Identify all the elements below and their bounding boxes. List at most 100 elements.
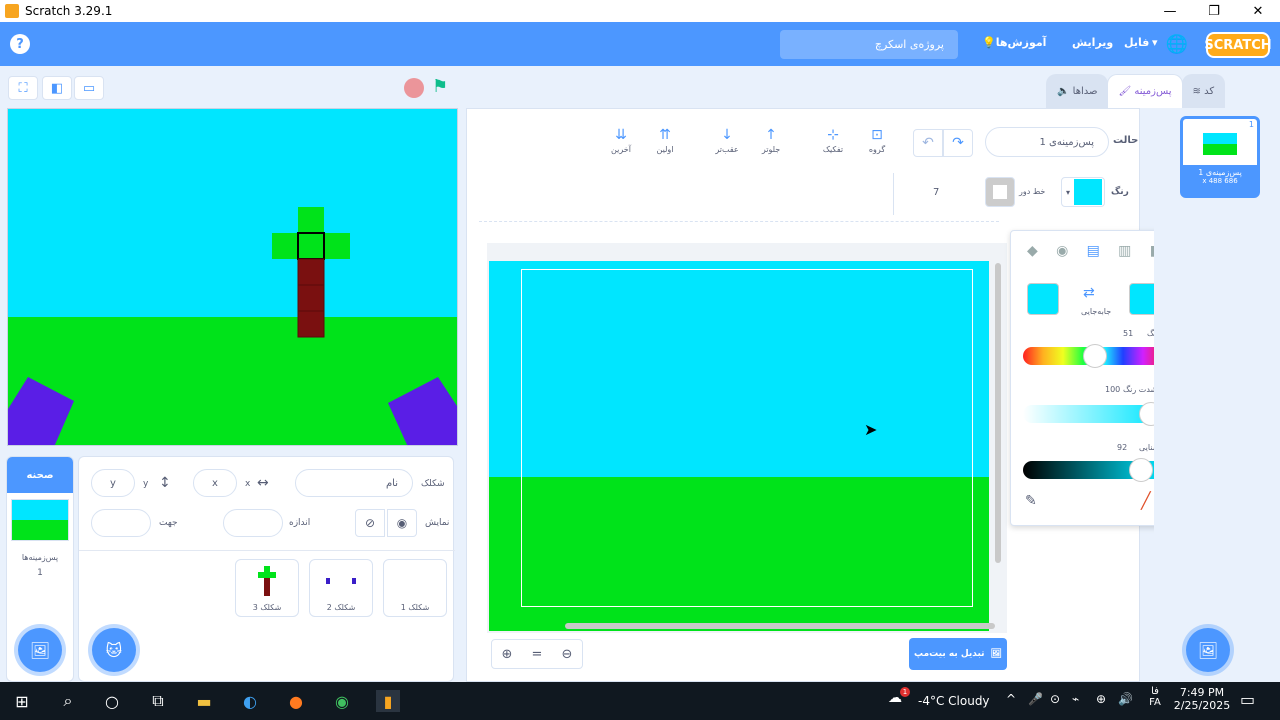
stop-icon[interactable] — [404, 78, 424, 98]
group-label: گروه — [868, 145, 886, 154]
clock[interactable]: 7:49 PM 2/25/2025 — [1170, 686, 1234, 712]
x-input[interactable]: x — [193, 469, 237, 497]
backdrops-count: 1 — [37, 568, 43, 578]
task-view-icon[interactable]: ⧉ — [146, 690, 170, 712]
minimize-button[interactable]: — — [1148, 0, 1192, 22]
fullscreen-icon[interactable]: ⛶ — [8, 76, 38, 100]
paint-canvas[interactable] — [489, 261, 989, 631]
zoom-in-icon[interactable]: ⊕ — [492, 640, 522, 668]
input-language[interactable]: فا FA — [1144, 686, 1166, 708]
stage-canvas[interactable] — [7, 108, 458, 446]
backward-button[interactable]: ↓ عقب‌تر — [707, 127, 747, 154]
project-title-input[interactable]: پروژه‌ی اسکرچ — [780, 30, 958, 59]
costume-name-input[interactable]: پس‌زمینه‌ی 1 — [985, 127, 1109, 157]
front-button[interactable]: ⇈ اولین — [645, 127, 685, 154]
trunk-3 — [297, 310, 325, 338]
redo-icon[interactable]: ↷ — [943, 129, 973, 157]
zoom-reset-icon[interactable]: = — [522, 640, 552, 668]
code-icon: ≋ — [1192, 86, 1201, 97]
updown-arrow-icon: ↕ — [159, 475, 171, 491]
sprite-thumb-3[interactable]: شکلک 3 — [235, 559, 299, 617]
file-menu[interactable]: فایل — [1124, 36, 1149, 49]
title-bar: Scratch 3.29.1 — ❐ ✕ — [0, 0, 1280, 22]
scratch-logo[interactable]: SCRATCH — [1204, 32, 1272, 58]
edit-menu[interactable]: ویرایش — [1072, 36, 1113, 49]
tray-app-icon[interactable]: ⊙ — [1050, 692, 1060, 706]
horizontal-scrollbar[interactable] — [565, 623, 995, 629]
brightness-slider[interactable] — [1023, 458, 1163, 482]
stage-sprites — [8, 207, 457, 445]
outline-value[interactable]: 7 — [933, 187, 939, 198]
forward-button[interactable]: ↑ جلوتر — [751, 127, 791, 154]
hide-eye-icon[interactable]: ⊘ — [355, 509, 385, 537]
close-button[interactable]: ✕ — [1236, 0, 1280, 22]
convert-to-bitmap-button[interactable]: تبدیل به بیت‌مپ 🖼 — [909, 638, 1007, 670]
maximize-button[interactable]: ❐ — [1192, 0, 1236, 22]
costume-item-name: پس‌زمینه‌ی 1 — [1198, 168, 1242, 177]
vertical-gradient-icon[interactable]: ▥ — [1118, 243, 1131, 259]
choose-backdrop-icon[interactable]: 🖼 — [18, 628, 62, 672]
paint-canvas-area[interactable] — [487, 243, 1007, 633]
ungroup-button[interactable]: ⊹ تفکیک — [813, 127, 853, 154]
network-icon[interactable]: ⌁ — [1072, 692, 1079, 706]
horizontal-gradient-icon[interactable]: ▤ — [1087, 243, 1100, 259]
show-eye-icon[interactable]: ◉ — [387, 509, 417, 537]
saturation-slider[interactable] — [1023, 402, 1163, 426]
y-input[interactable]: y — [91, 469, 135, 497]
cortana-icon[interactable]: ○ — [100, 690, 124, 712]
direction-input[interactable] — [91, 509, 151, 537]
hue-slider[interactable] — [1023, 344, 1163, 368]
sprite-thumb-1[interactable]: شکلک 1 — [383, 559, 447, 617]
tab-sounds[interactable]: 🔈 صداها — [1046, 74, 1109, 108]
eyedropper-icon[interactable]: ✎ — [1025, 493, 1037, 509]
swap-icon[interactable]: ⇄ — [1083, 285, 1095, 301]
file-explorer-icon[interactable]: ▬ — [192, 690, 216, 712]
language-globe-icon[interactable]: 🌐 — [1166, 34, 1188, 55]
add-backdrop-icon[interactable]: 🖼 — [1186, 628, 1230, 672]
hue-knob[interactable] — [1083, 344, 1107, 368]
tab-backdrops[interactable]: 🖌 پس‌زمینه — [1107, 74, 1183, 108]
notifications-icon[interactable]: ▭ — [1240, 690, 1255, 709]
choose-sprite-icon[interactable]: 🐱 — [92, 628, 136, 672]
tab-code-label: کد — [1204, 86, 1215, 97]
color-picker-popup: ◆ ◉ ▤ ▥ ■ ⇄ جابه‌جایی 51 رنگ 100 شدت رنگ… — [1010, 230, 1176, 526]
green-flag-icon[interactable]: ⚑ — [432, 76, 448, 97]
stage-pane-header: صحنه — [7, 457, 73, 493]
scratch-taskbar-icon[interactable]: ▮ — [376, 690, 400, 712]
tray-chevron-icon[interactable]: ^ — [1006, 692, 1016, 706]
small-stage-icon[interactable]: ◧ — [42, 76, 72, 100]
canvas-bounds — [521, 269, 973, 607]
fill-swatch[interactable]: ▾ — [1061, 177, 1105, 207]
no-color-icon[interactable]: ╱ — [1141, 491, 1151, 510]
volume-icon[interactable]: 🔊 — [1118, 692, 1133, 706]
scratch-app-icon — [5, 4, 19, 18]
language-icon[interactable]: ⊕ — [1096, 692, 1106, 706]
group-button[interactable]: ⊡ گروه — [857, 127, 897, 154]
size-input[interactable] — [223, 509, 283, 537]
back-button[interactable]: ⇊ آخرین — [601, 127, 641, 154]
search-icon[interactable]: ⌕ — [56, 690, 80, 712]
outline-swatch[interactable] — [985, 177, 1015, 207]
edge-icon[interactable]: ◐ — [238, 690, 262, 712]
windows-start-icon[interactable]: ⊞ — [10, 690, 34, 712]
microphone-icon[interactable]: 🎤 — [1028, 692, 1043, 706]
sprite-name-input[interactable]: نام — [295, 469, 413, 497]
large-stage-icon[interactable]: ▭ — [74, 76, 104, 100]
front-label: اولین — [656, 145, 674, 154]
brightness-knob[interactable] — [1129, 458, 1153, 482]
primary-color-swatch[interactable] — [1027, 283, 1059, 315]
zoom-controls: ⊕ = ⊖ — [491, 639, 583, 669]
sprite-thumb-2[interactable]: شکلک 2 — [309, 559, 373, 617]
help-button[interactable]: ? — [10, 34, 30, 54]
costume-item-1[interactable]: 1 پس‌زمینه‌ی 1 x 488 686 — [1180, 116, 1260, 198]
weather-text[interactable]: -4°C Cloudy — [918, 694, 990, 708]
tab-code[interactable]: ≋ کد — [1181, 74, 1226, 108]
zoom-out-icon[interactable]: ⊖ — [552, 640, 582, 668]
firefox-icon[interactable]: ● — [284, 690, 308, 712]
tutorials-menu[interactable]: 💡آموزش‌ها — [982, 36, 1046, 49]
undo-icon[interactable]: ↶ — [913, 129, 943, 157]
chrome-icon[interactable]: ◉ — [330, 690, 354, 712]
solid-fill-icon[interactable]: ◉ — [1056, 243, 1068, 259]
pointer-icon: ◆ — [1027, 243, 1038, 259]
vertical-scrollbar[interactable] — [995, 263, 1001, 563]
